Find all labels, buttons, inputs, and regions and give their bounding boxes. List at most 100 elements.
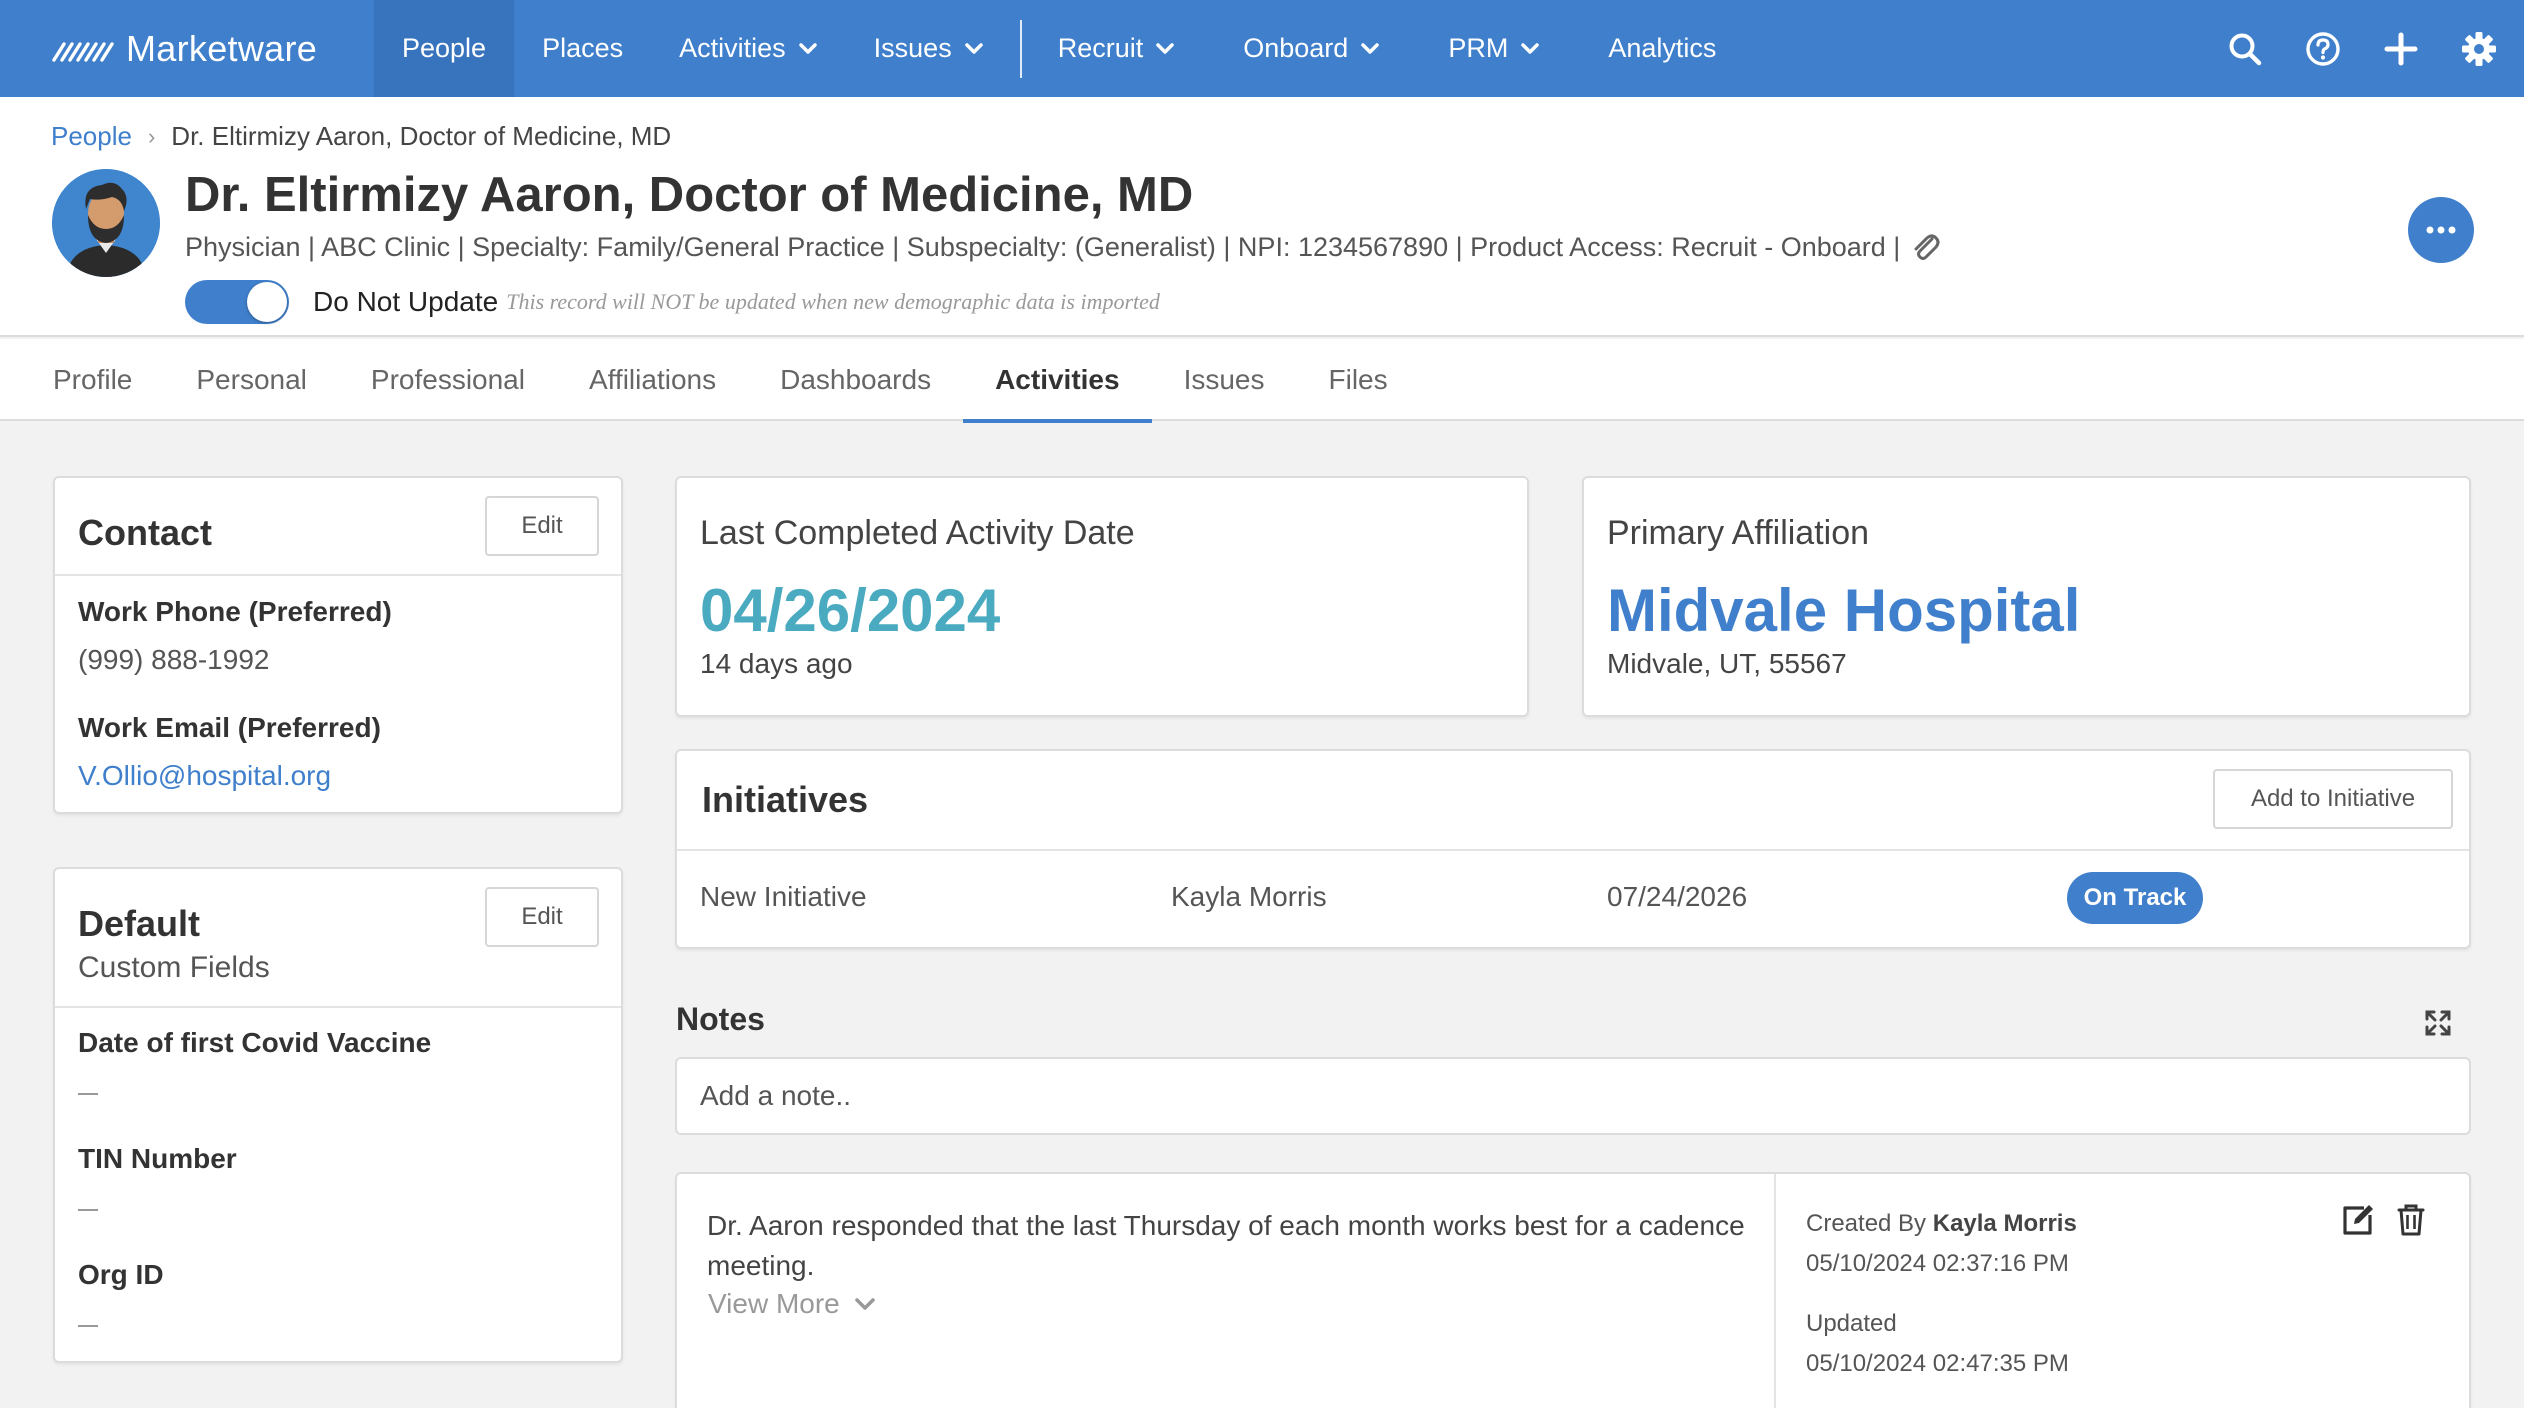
nav-item-recruit[interactable]: Recruit xyxy=(1030,0,1204,97)
field-label: Date of first Covid Vaccine xyxy=(78,1027,432,1058)
do-not-update-note: This record will NOT be updated when new… xyxy=(506,289,1160,314)
tab-dashboards[interactable]: Dashboards xyxy=(780,339,931,421)
primary-nav: People Places Activities Issues Recruit … xyxy=(374,0,1744,97)
avatar-illustration xyxy=(52,169,160,277)
field-label: Org ID xyxy=(78,1259,164,1290)
breadcrumb-separator-icon: › xyxy=(147,123,156,149)
empty-value-dash xyxy=(78,1093,98,1095)
more-actions-button[interactable] xyxy=(2408,197,2474,263)
help-icon[interactable] xyxy=(2304,30,2342,68)
breadcrumb-current: Dr. Eltirmizy Aaron, Doctor of Medicine,… xyxy=(171,121,672,151)
chevron-down-icon xyxy=(855,1298,875,1310)
note-created-at: 05/10/2024 02:37:16 PM xyxy=(1806,1250,2069,1277)
tab-profile[interactable]: Profile xyxy=(53,339,132,421)
initiatives-card: Initiatives Add to Initiative New Initia… xyxy=(675,749,2471,949)
page-title: Dr. Eltirmizy Aaron, Doctor of Medicine,… xyxy=(185,168,1194,222)
nav-item-places[interactable]: Places xyxy=(514,0,651,97)
nav-label: Analytics xyxy=(1608,33,1717,63)
nav-label: Activities xyxy=(679,33,786,63)
initiative-name-link[interactable]: New Initiative xyxy=(700,881,867,913)
breadcrumb-people-link[interactable]: People xyxy=(51,121,132,152)
note-updated-at: 05/10/2024 02:47:35 PM xyxy=(1806,1350,2069,1377)
note-divider xyxy=(1774,1174,1776,1408)
notes-title: Notes xyxy=(676,1001,765,1037)
card-divider xyxy=(55,1006,621,1008)
ellipsis-icon xyxy=(2426,226,2456,234)
custom-fields-card: Default Custom Fields Edit Date of first… xyxy=(53,867,623,1363)
last-activity-label: Last Completed Activity Date xyxy=(700,514,1135,552)
primary-affiliation-card: Primary Affiliation Midvale Hospital Mid… xyxy=(1582,476,2471,717)
primary-affiliation-link[interactable]: Midvale Hospital xyxy=(1607,576,2080,645)
work-email-label: Work Email (Preferred) xyxy=(78,712,381,743)
top-navigation-bar: Marketware People Places Activities Issu… xyxy=(0,0,2524,97)
nav-label: Recruit xyxy=(1057,33,1144,63)
nav-item-onboard[interactable]: Onboard xyxy=(1203,0,1408,97)
toggle-knob xyxy=(247,282,287,322)
note-text: Dr. Aaron responded that the last Thursd… xyxy=(707,1210,1745,1281)
note-card: Dr. Aaron responded that the last Thursd… xyxy=(675,1172,2471,1408)
person-subtitle: Physician | ABC Clinic | Specialty: Fami… xyxy=(185,231,1940,263)
nav-item-activities[interactable]: Activities xyxy=(651,0,846,97)
initiative-date: 07/24/2026 xyxy=(1607,881,1748,912)
work-email-link[interactable]: V.Ollio@hospital.org xyxy=(78,760,331,792)
initiative-owner: Kayla Morris xyxy=(1171,881,1327,912)
chevron-down-icon xyxy=(798,42,817,54)
brand-mark-icon xyxy=(52,41,114,62)
status-badge: On Track xyxy=(2067,872,2203,924)
profile-tabs: Profile Personal Professional Affiliatio… xyxy=(0,339,2524,423)
chevron-down-icon xyxy=(1521,42,1540,54)
tab-personal[interactable]: Personal xyxy=(196,339,307,421)
nav-divider xyxy=(1019,19,1022,78)
custom-fields-edit-button[interactable]: Edit xyxy=(485,887,599,947)
search-icon[interactable] xyxy=(2226,30,2264,68)
empty-value-dash xyxy=(78,1209,98,1211)
empty-value-dash xyxy=(78,1325,98,1327)
view-more-label: View More xyxy=(708,1288,840,1319)
primary-affiliation-label: Primary Affiliation xyxy=(1607,514,1870,552)
add-note-input[interactable] xyxy=(675,1057,2471,1135)
do-not-update-toggle[interactable] xyxy=(185,280,289,324)
brand-name: Marketware xyxy=(126,27,318,69)
add-to-initiative-button[interactable]: Add to Initiative xyxy=(2213,769,2453,829)
trash-icon[interactable] xyxy=(2393,1202,2429,1238)
do-not-update-row: Do Not Update This record will NOT be up… xyxy=(185,280,1160,324)
nav-label: Places xyxy=(542,33,624,63)
profile-header: People › Dr. Eltirmizy Aaron, Doctor of … xyxy=(0,97,2524,337)
view-more-button[interactable]: View More xyxy=(708,1288,876,1320)
tab-issues[interactable]: Issues xyxy=(1184,339,1265,421)
nav-item-issues[interactable]: Issues xyxy=(846,0,1012,97)
plus-icon[interactable] xyxy=(2382,30,2420,68)
tab-affiliations[interactable]: Affiliations xyxy=(589,339,716,421)
initiatives-title: Initiatives xyxy=(702,779,869,820)
field-label: TIN Number xyxy=(78,1143,237,1174)
nav-item-analytics[interactable]: Analytics xyxy=(1568,0,1744,97)
created-by-name: Kayla Morris xyxy=(1932,1210,2077,1237)
contact-card: Contact Edit Work Phone (Preferred) (999… xyxy=(53,476,623,814)
work-phone-label: Work Phone (Preferred) xyxy=(78,596,392,627)
gear-icon[interactable] xyxy=(2460,30,2498,68)
brand-logo[interactable]: Marketware xyxy=(0,0,374,97)
nav-label: People xyxy=(402,33,487,63)
created-by-label: Created By xyxy=(1806,1210,1927,1237)
work-phone-value: (999) 888-1992 xyxy=(78,644,270,675)
nav-label: PRM xyxy=(1448,33,1509,63)
nav-item-prm[interactable]: PRM xyxy=(1408,0,1568,97)
tab-activities[interactable]: Activities xyxy=(963,339,1151,423)
nav-label: Onboard xyxy=(1243,33,1349,63)
nav-item-people[interactable]: People xyxy=(374,0,515,97)
tab-professional[interactable]: Professional xyxy=(371,339,525,421)
last-activity-card: Last Completed Activity Date 04/26/2024 … xyxy=(675,476,1529,717)
edit-note-icon[interactable] xyxy=(2340,1202,2376,1238)
contact-card-title: Contact xyxy=(78,512,212,553)
do-not-update-label: Do Not Update xyxy=(313,286,499,317)
contact-edit-button[interactable]: Edit xyxy=(485,496,599,556)
paperclip-icon[interactable] xyxy=(1910,231,1940,263)
chevron-down-icon xyxy=(1156,42,1174,54)
person-summary: Physician | ABC Clinic | Specialty: Fami… xyxy=(185,231,1901,262)
custom-fields-subtitle: Custom Fields xyxy=(78,951,270,984)
primary-affiliation-location: Midvale, UT, 55567 xyxy=(1607,648,1847,679)
nav-tools xyxy=(2226,0,2498,97)
tab-files[interactable]: Files xyxy=(1329,339,1388,421)
card-divider xyxy=(55,574,621,576)
expand-icon[interactable] xyxy=(2424,1009,2452,1037)
